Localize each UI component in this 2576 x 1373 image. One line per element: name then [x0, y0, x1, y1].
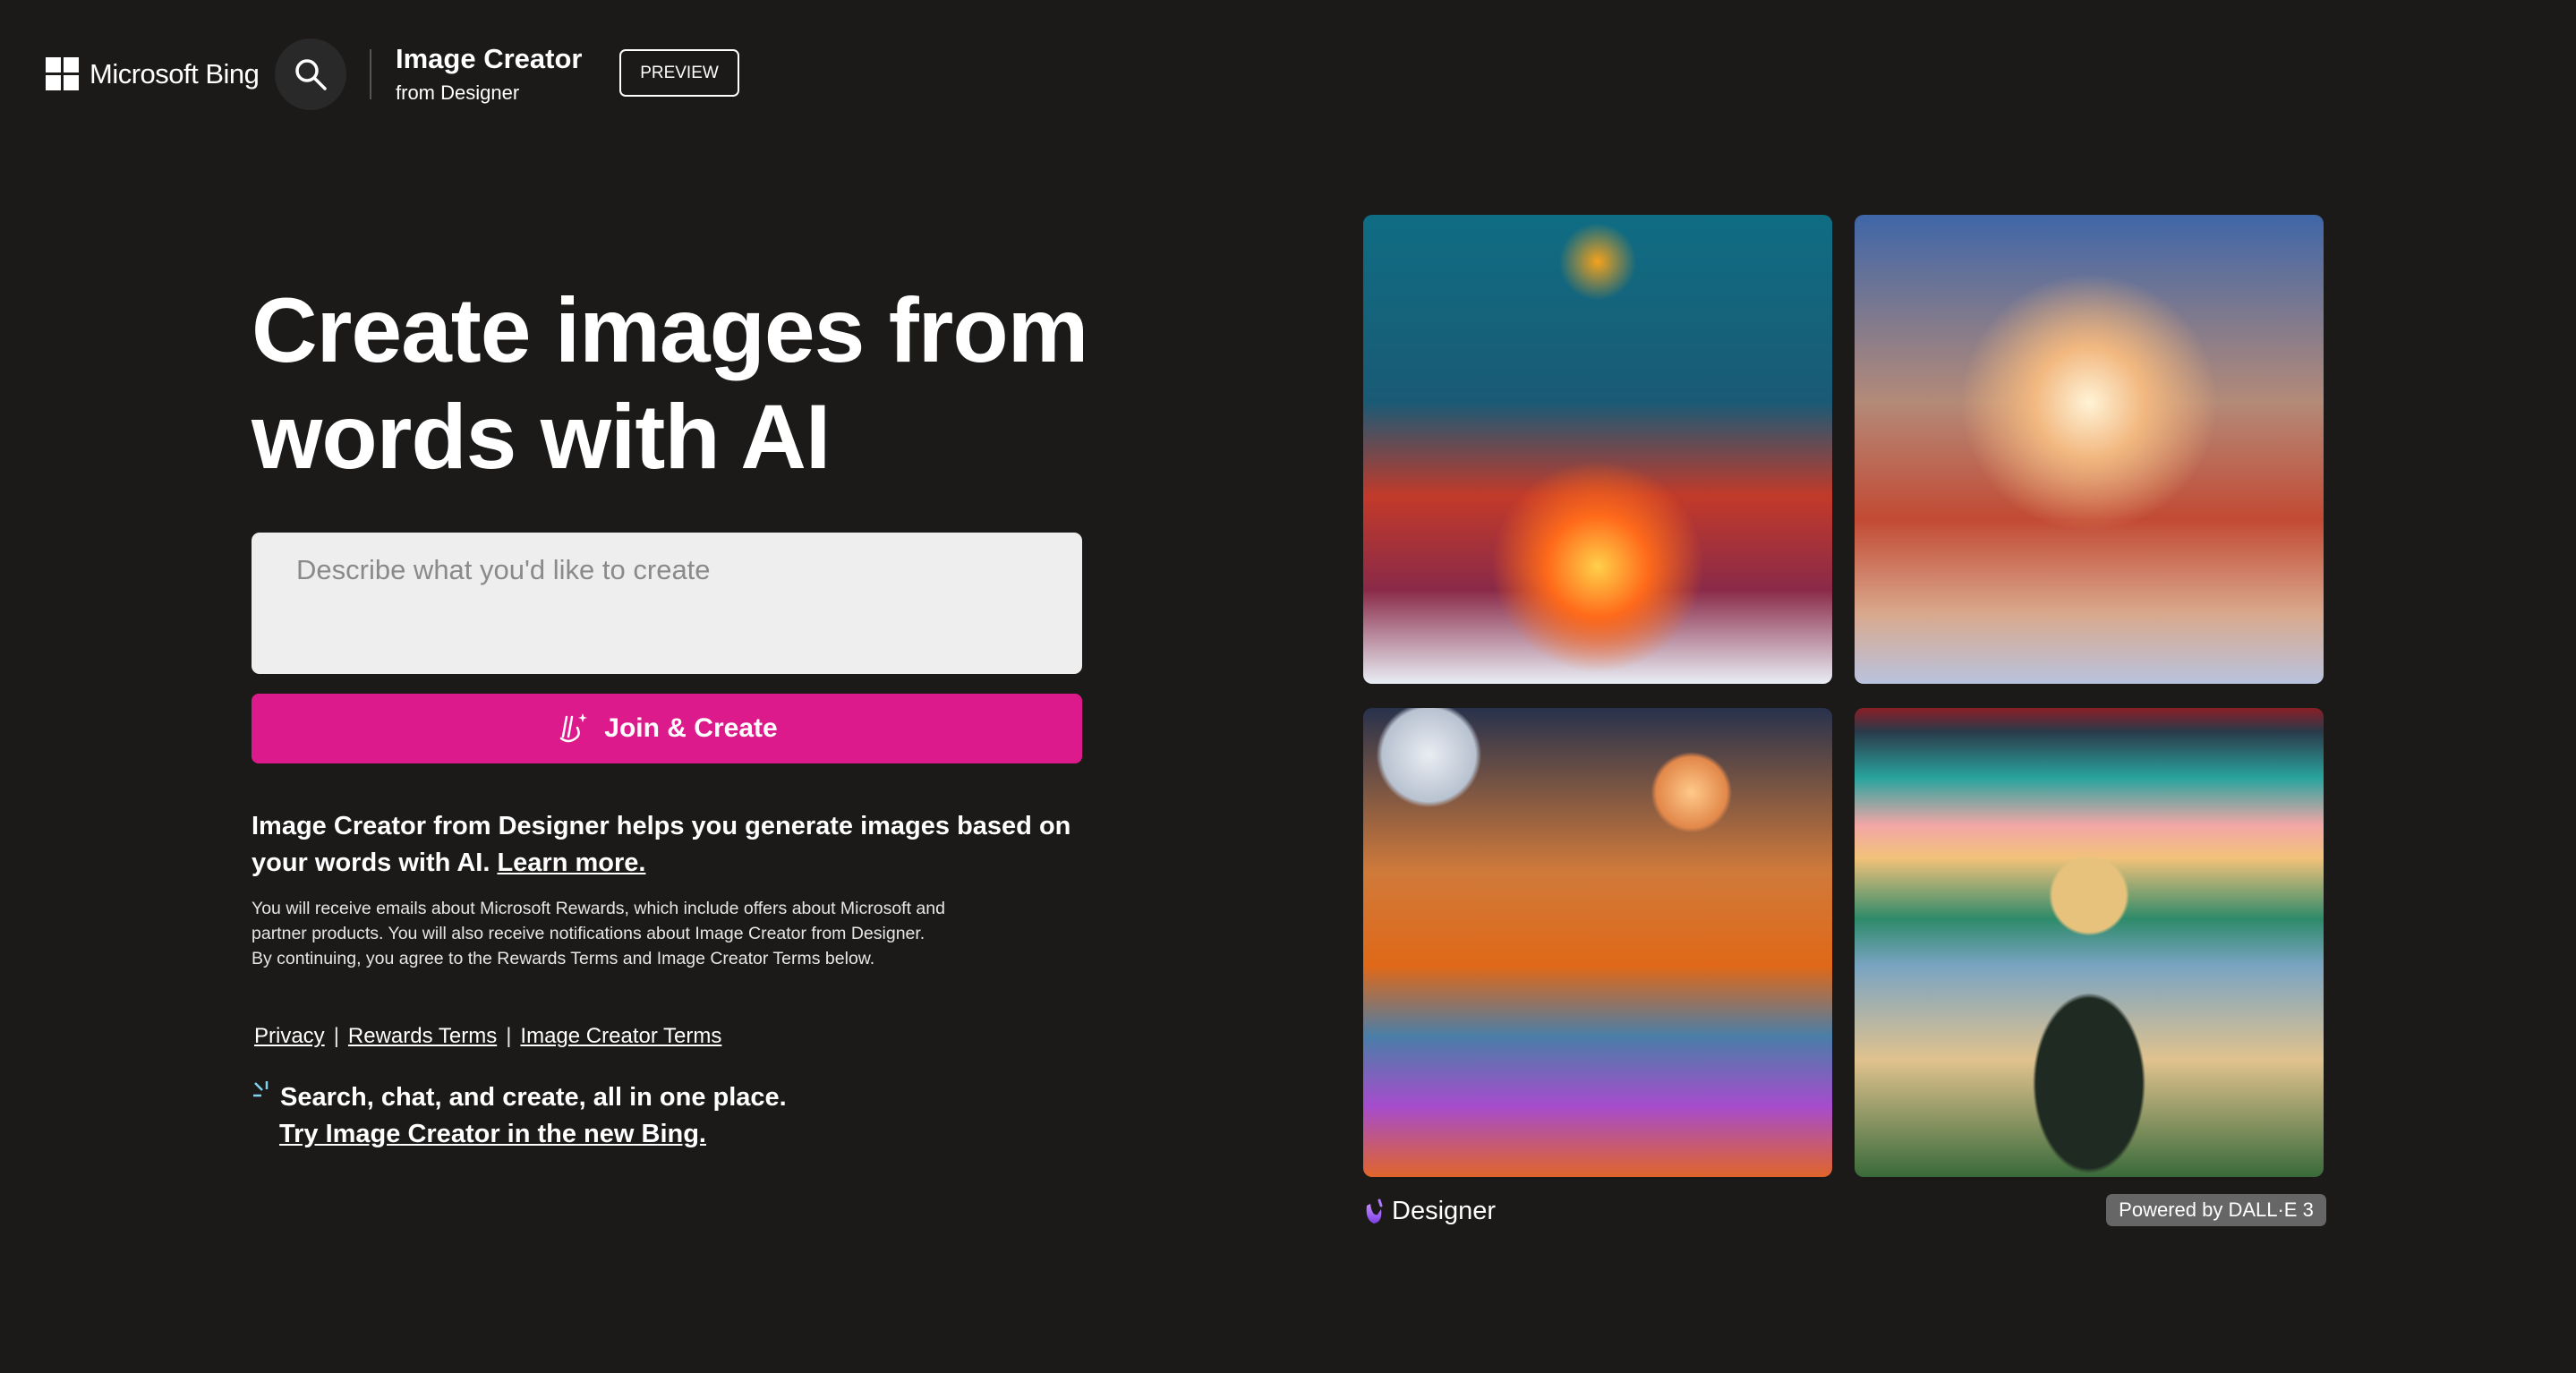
- sample-image-moon-city-parade: [1855, 215, 2324, 684]
- image-creator-terms-link[interactable]: Image Creator Terms: [520, 1024, 721, 1048]
- sample-image-felt-girl-sea: [1855, 708, 2324, 1177]
- page-title-line2: words with AI: [252, 386, 831, 488]
- join-and-create-label: Join & Create: [604, 713, 778, 743]
- search-icon: [295, 59, 327, 90]
- bing-promo: Search, chat, and create, all in one pla…: [252, 1079, 787, 1153]
- try-new-bing-link[interactable]: Try Image Creator in the new Bing.: [279, 1120, 706, 1148]
- designer-logo-icon: [1366, 1198, 1383, 1224]
- description-text: Image Creator from Designer helps you ge…: [252, 812, 1071, 877]
- sample-image-felt-campfire: [1363, 215, 1832, 684]
- sparkle-icon: [253, 1081, 269, 1097]
- promo-headline: Search, chat, and create, all in one pla…: [280, 1083, 787, 1112]
- link-separator: |: [333, 1024, 339, 1048]
- page-title-line1: Create images from: [252, 279, 1088, 381]
- page-title: Create images from words with AI: [252, 277, 1088, 490]
- prompt-input[interactable]: [252, 533, 1082, 674]
- description: Image Creator from Designer helps you ge…: [252, 808, 1084, 882]
- header-divider: [370, 49, 371, 99]
- windows-logo-icon: [46, 57, 79, 90]
- app-subtitle: from Designer: [396, 81, 520, 104]
- sample-image-planet-landscape: [1363, 708, 1832, 1177]
- search-button[interactable]: [275, 38, 346, 110]
- designer-label: Designer: [1392, 1197, 1497, 1225]
- preview-badge[interactable]: PREVIEW: [619, 49, 739, 97]
- learn-more-link[interactable]: Learn more.: [497, 849, 645, 877]
- link-separator: |: [506, 1024, 512, 1048]
- legal-notice: You will receive emails about Microsoft …: [252, 899, 945, 968]
- join-and-create-button[interactable]: Join & Create: [252, 694, 1082, 763]
- designer-brand[interactable]: Designer: [1363, 1197, 1496, 1226]
- powered-by-dalle-badge: Powered by DALL·E 3: [2106, 1194, 2326, 1226]
- legal-links: Privacy | Rewards Terms | Image Creator Term…: [254, 1024, 721, 1049]
- rewards-terms-link[interactable]: Rewards Terms: [348, 1024, 497, 1048]
- brand-name: Microsoft Bing: [90, 57, 260, 90]
- designer-brush-icon: [560, 713, 588, 743]
- privacy-link[interactable]: Privacy: [254, 1024, 325, 1048]
- microsoft-bing-logo[interactable]: Microsoft Bing: [46, 57, 260, 90]
- app-title[interactable]: Image Creator: [396, 43, 582, 75]
